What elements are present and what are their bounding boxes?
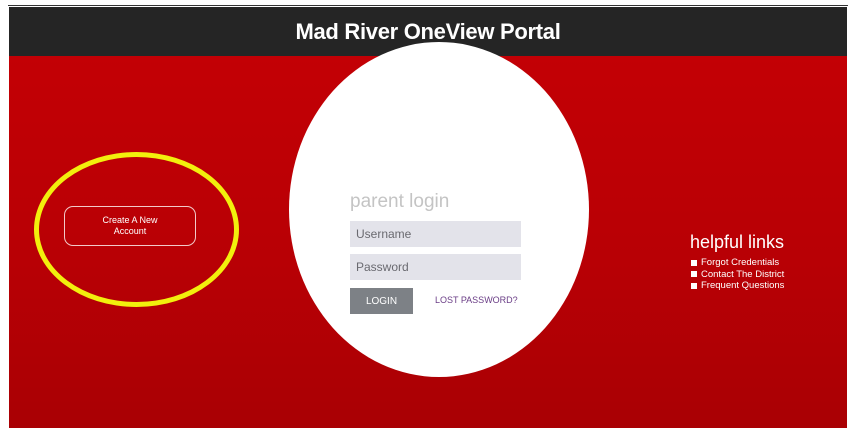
helpful-links-heading: helpful links (690, 232, 785, 252)
login-button[interactable]: LOGIN (350, 288, 413, 314)
helpful-link-frequent-questions[interactable]: Frequent Questions (691, 280, 784, 292)
create-account-button[interactable]: Create A New Account (64, 206, 196, 246)
page-title: Mad River OneView Portal (295, 18, 561, 44)
helpful-link-label: Frequent Questions (701, 280, 785, 292)
password-input[interactable] (350, 254, 521, 280)
top-divider (8, 5, 848, 6)
helpful-link-label: Forgot Credentials (701, 257, 780, 269)
username-input[interactable] (350, 221, 521, 247)
login-heading: parent login (350, 191, 450, 212)
helpful-link-contact-district[interactable]: Contact The District (691, 269, 784, 281)
lost-password-link[interactable]: LOST PASSWORD? (435, 295, 518, 305)
bullet-icon (691, 271, 697, 278)
bullet-icon (691, 259, 697, 266)
portal-page: Mad River OneView Portal Create A New Ac… (9, 7, 847, 428)
bullet-icon (691, 282, 697, 289)
helpful-link-label: Contact The District (701, 268, 785, 280)
helpful-link-forgot-credentials[interactable]: Forgot Credentials (691, 257, 784, 269)
helpful-links-list: Forgot Credentials Contact The District … (691, 257, 784, 292)
